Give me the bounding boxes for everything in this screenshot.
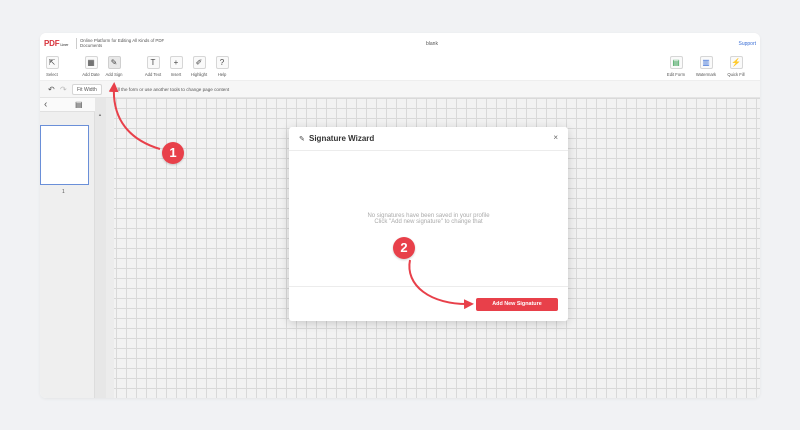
undo-icon[interactable]: ↶ xyxy=(48,85,55,94)
signature-wizard-dialog: ✎ Signature Wizard × No signatures have … xyxy=(289,127,568,321)
dialog-title: Signature Wizard xyxy=(309,134,375,143)
thumbnails-scrollbar[interactable]: ▲ xyxy=(95,98,106,398)
tool-add-text[interactable]: T Add Text xyxy=(142,56,164,80)
calendar-icon: ▦ xyxy=(84,56,98,69)
cursor-icon: ⇱ xyxy=(45,56,59,69)
dialog-header: ✎ Signature Wizard × xyxy=(289,127,568,151)
page-thumbnails-panel: ‹ ▤ 1 xyxy=(40,98,95,398)
header-divider xyxy=(76,38,77,49)
scroll-up-icon[interactable]: ▲ xyxy=(98,112,102,117)
watermark-icon: ▥ xyxy=(699,56,713,69)
text-icon: T xyxy=(146,56,160,69)
chevron-left-icon[interactable]: ‹ xyxy=(44,99,47,110)
pages-icon[interactable]: ▤ xyxy=(75,100,83,109)
step-badge-2: 2 xyxy=(393,237,415,259)
tool-help[interactable]: ? Help xyxy=(212,56,232,80)
top-bar: PDFLiner Online Platform for Editing All… xyxy=(40,33,760,53)
page-number: 1 xyxy=(62,189,65,195)
tool-edit-form[interactable]: ▤ Edit Form xyxy=(664,56,688,80)
tool-add-date[interactable]: ▦ Add Date xyxy=(80,56,102,80)
dialog-footer: Add New Signature xyxy=(289,286,568,321)
fit-width-select[interactable]: Fit Width xyxy=(72,84,102,95)
support-link[interactable]: Support xyxy=(738,41,756,47)
tool-insert[interactable]: + Insert xyxy=(166,56,186,80)
signature-icon: ✎ xyxy=(299,136,305,143)
canvas-gutter xyxy=(106,98,114,398)
sub-toolbar: ↶ ↷ Fit Width Fill the form or use anoth… xyxy=(40,81,760,98)
tool-add-sign[interactable]: ✎ Add Sign xyxy=(103,56,125,80)
add-new-signature-button[interactable]: Add New Signature xyxy=(476,298,558,311)
quickfill-icon: ⚡ xyxy=(729,56,743,69)
plus-icon: + xyxy=(169,56,183,69)
thumbnails-header: ‹ ▤ xyxy=(40,98,95,112)
signature-icon: ✎ xyxy=(107,56,121,69)
tagline: Online Platform for Editing All Kinds of… xyxy=(80,38,165,49)
step-badge-1: 1 xyxy=(162,142,184,164)
main-toolbar: ⇱ Select ▦ Add Date ✎ Add Sign T Add Tex… xyxy=(40,53,760,81)
empty-message: No signatures have been saved in your pr… xyxy=(367,213,490,226)
close-icon[interactable]: × xyxy=(553,133,558,142)
tool-watermark[interactable]: ▥ Watermark xyxy=(693,56,719,80)
highlighter-icon: ✐ xyxy=(192,56,206,69)
tool-highlight[interactable]: ✐ Highlight xyxy=(188,56,210,80)
tool-select[interactable]: ⇱ Select xyxy=(42,56,62,80)
logo[interactable]: PDFLiner xyxy=(44,39,69,48)
page-thumbnail[interactable] xyxy=(40,125,89,185)
tool-quick-fill[interactable]: ⚡ Quick Fill xyxy=(724,56,748,80)
hint-text: Fill the form or use another tools to ch… xyxy=(114,87,230,92)
redo-icon[interactable]: ↷ xyxy=(60,85,67,94)
help-icon: ? xyxy=(215,56,229,69)
document-title[interactable]: blank xyxy=(426,41,438,47)
form-icon: ▤ xyxy=(669,56,683,69)
